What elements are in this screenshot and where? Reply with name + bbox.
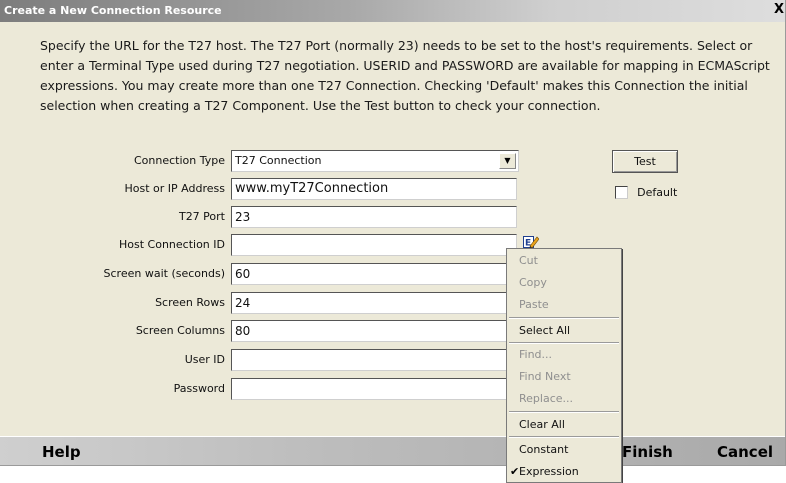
title-bar[interactable]: Create a New Connection Resource X — [0, 0, 785, 22]
menu-item-expression-label: Expression — [519, 465, 579, 478]
cancel-button[interactable]: Cancel — [717, 437, 773, 465]
default-checkbox-box[interactable] — [615, 186, 628, 199]
password-label: Password — [173, 382, 225, 395]
footer-bar: Help Finish Cancel — [0, 436, 785, 465]
screen-columns-input[interactable]: 80 — [231, 320, 517, 342]
port-input[interactable]: 23 — [231, 206, 517, 228]
screen-rows-label: Screen Rows — [155, 296, 225, 309]
host-connection-id-input[interactable] — [231, 234, 517, 256]
menu-item-expression[interactable]: ✔ Expression — [509, 462, 619, 482]
chevron-down-icon[interactable]: ▼ — [499, 153, 516, 169]
help-button[interactable]: Help — [42, 437, 81, 465]
menu-item-paste[interactable]: Paste — [509, 295, 619, 315]
password-input[interactable] — [231, 378, 517, 400]
connection-dialog: Create a New Connection Resource X Speci… — [0, 0, 786, 466]
test-button[interactable]: Test — [612, 150, 678, 173]
menu-separator — [509, 317, 619, 319]
screen-columns-label: Screen Columns — [135, 324, 225, 337]
menu-item-find[interactable]: Find... — [509, 345, 619, 365]
port-label: T27 Port — [178, 210, 225, 223]
host-connection-id-label: Host Connection ID — [119, 238, 225, 251]
checkmark-icon: ✔ — [510, 465, 520, 478]
menu-item-find-next[interactable]: Find Next — [509, 367, 619, 387]
menu-separator — [509, 436, 619, 438]
finish-button[interactable]: Finish — [622, 437, 673, 465]
connection-type-value: T27 Connection — [235, 154, 322, 167]
close-icon[interactable]: X — [773, 2, 785, 18]
dialog-title: Create a New Connection Resource — [4, 4, 222, 17]
default-checkbox[interactable]: Default — [615, 182, 678, 199]
intro-text: Specify the URL for the T27 host. The T2… — [40, 38, 770, 113]
menu-separator — [509, 411, 619, 413]
screen-rows-input[interactable]: 24 — [231, 292, 517, 314]
screen-wait-label: Screen wait (seconds) — [103, 267, 225, 280]
menu-item-constant[interactable]: Constant — [509, 440, 619, 460]
menu-item-cut[interactable]: Cut — [509, 251, 619, 271]
screen-wait-input[interactable]: 60 — [231, 263, 517, 285]
user-id-input[interactable] — [231, 349, 517, 371]
menu-item-copy[interactable]: Copy — [509, 273, 619, 293]
menu-item-replace[interactable]: Replace... — [509, 389, 619, 409]
connection-type-select[interactable]: T27 Connection ▼ — [231, 150, 519, 172]
host-label: Host or IP Address — [124, 182, 225, 195]
default-checkbox-label: Default — [637, 186, 678, 199]
host-input[interactable]: www.myT27Connection — [231, 178, 517, 200]
connection-type-label: Connection Type — [133, 154, 225, 167]
menu-item-select-all[interactable]: Select All — [509, 321, 619, 341]
user-id-label: User ID — [184, 353, 225, 366]
menu-separator — [509, 342, 619, 344]
menu-item-clear-all[interactable]: Clear All — [509, 415, 619, 435]
context-menu: Cut Copy Paste Select All Find... Find N… — [506, 248, 622, 483]
